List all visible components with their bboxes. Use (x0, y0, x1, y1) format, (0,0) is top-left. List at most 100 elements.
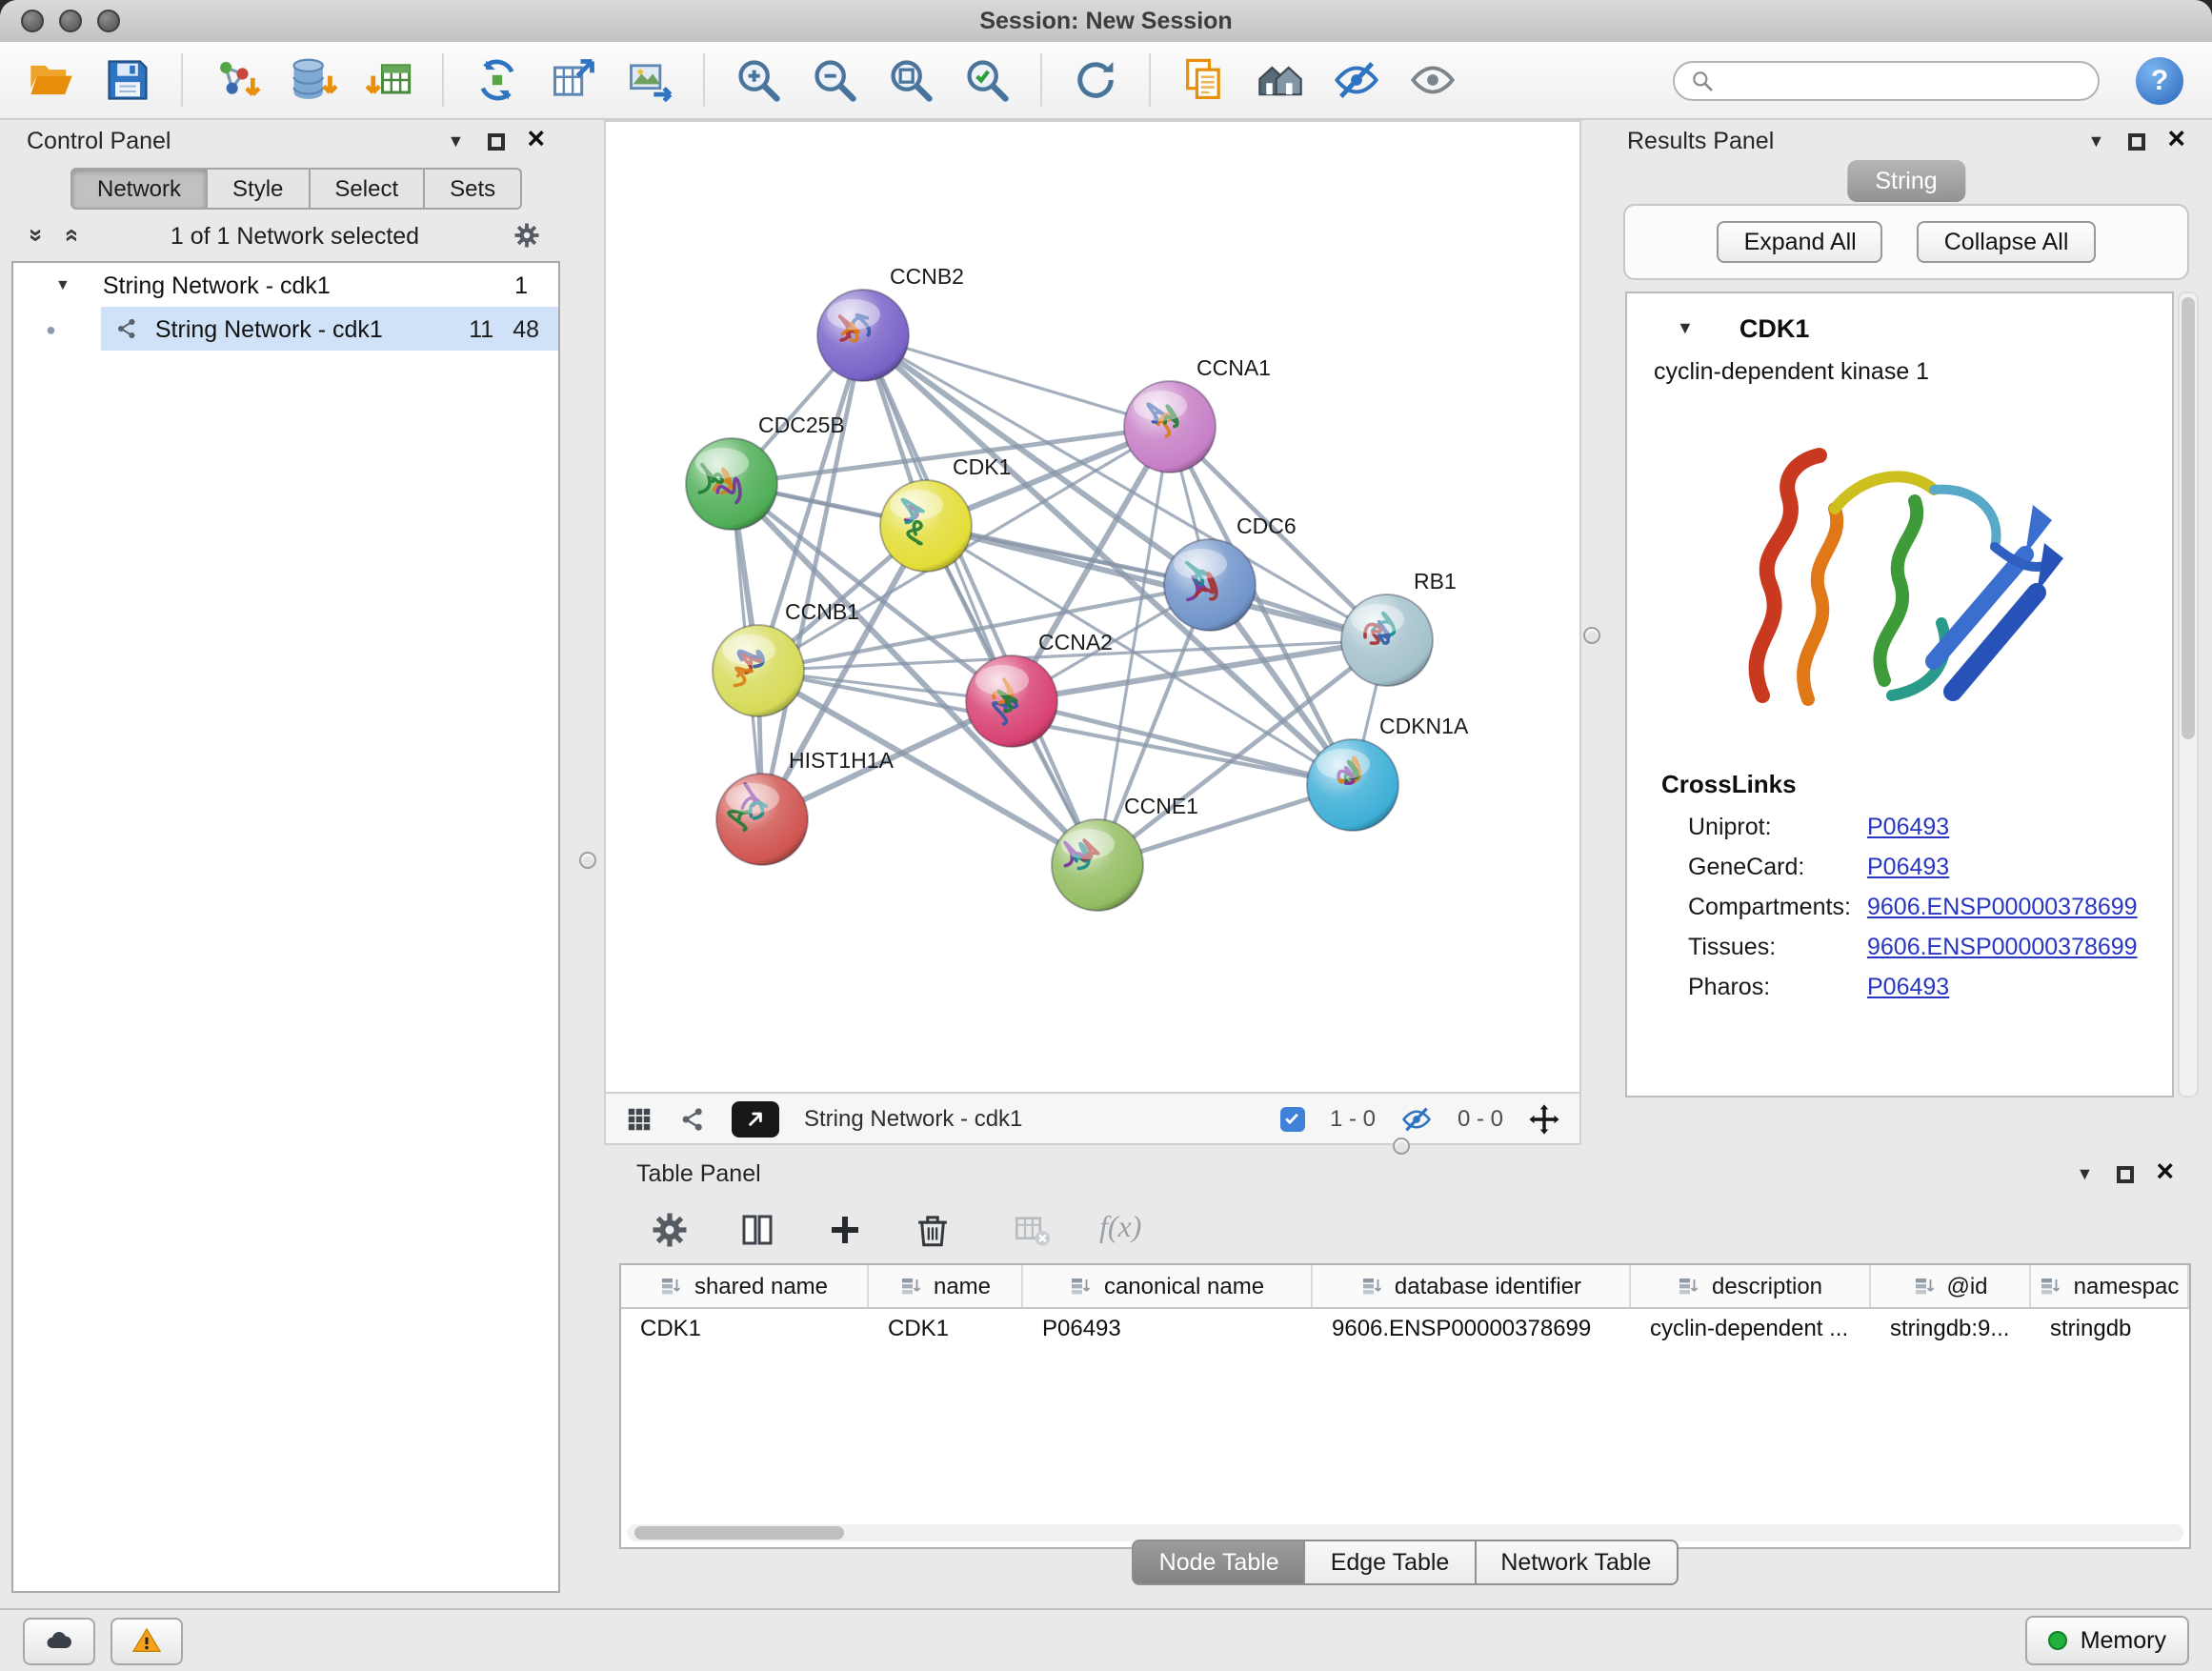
table-cell[interactable]: stringdb (2031, 1309, 2189, 1347)
tab-node-table[interactable]: Node Table (1133, 1540, 1306, 1585)
network-node-RB1[interactable]: RB1 (1341, 569, 1457, 686)
function-builder-button[interactable]: f(x) (1099, 1212, 1141, 1246)
minimize-window-button[interactable] (59, 10, 82, 32)
splitter-handle[interactable] (1583, 627, 1600, 644)
tab-style[interactable]: Style (208, 168, 310, 210)
export-image-button[interactable] (617, 48, 682, 112)
crosslink-link[interactable]: 9606.ENSP00000378699 (1867, 893, 2138, 919)
table-cell[interactable]: CDK1 (869, 1309, 1023, 1347)
expand-all-icon[interactable]: » (58, 229, 83, 242)
tab-network-table[interactable]: Network Table (1476, 1540, 1678, 1585)
network-canvas[interactable]: CCNB2CCNA1CDC25BCDK1CDC6RB1CCNB1CCNA2CDK… (606, 122, 1579, 1092)
panel-float-icon[interactable] (2116, 1165, 2133, 1182)
panel-close-icon[interactable]: × (527, 126, 545, 156)
help-button[interactable]: ? (2136, 56, 2183, 104)
disclosure-triangle-icon[interactable]: ▼ (1677, 320, 1694, 337)
panel-close-icon[interactable]: × (2167, 126, 2185, 156)
import-network-button[interactable] (204, 48, 269, 112)
column-header[interactable]: namespac (2031, 1265, 2189, 1307)
show-columns-icon[interactable] (737, 1209, 777, 1249)
add-column-icon[interactable] (825, 1209, 865, 1249)
zoom-out-button[interactable] (802, 48, 867, 112)
table-options-gear-icon[interactable] (650, 1209, 690, 1249)
selected-checkbox-icon[interactable] (1280, 1106, 1305, 1131)
network-options-gear-icon[interactable] (513, 221, 541, 250)
network-row-selected[interactable]: ● String Network - cdk1 11 48 (13, 307, 558, 351)
splitter-handle[interactable] (579, 852, 596, 869)
close-window-button[interactable] (21, 10, 44, 32)
import-table-button[interactable] (356, 48, 421, 112)
memory-button[interactable]: Memory (2025, 1616, 2189, 1665)
disclosure-triangle-icon[interactable]: ▼ (55, 276, 70, 293)
network-node-CCNB2[interactable]: CCNB2 (817, 264, 964, 381)
column-header[interactable]: description (1631, 1265, 1871, 1307)
string-results-tab[interactable]: String (1846, 160, 1965, 202)
warnings-button[interactable] (111, 1617, 183, 1664)
refresh-layout-button[interactable] (1063, 48, 1128, 112)
zoom-window-button[interactable] (97, 10, 120, 32)
crosslink-link[interactable]: 9606.ENSP00000378699 (1867, 933, 2138, 959)
show-all-button[interactable] (1400, 48, 1465, 112)
table-cell[interactable]: stringdb:9... (1871, 1309, 2031, 1347)
column-header[interactable]: @id (1871, 1265, 2031, 1307)
delete-column-icon[interactable] (913, 1209, 953, 1249)
open-session-button[interactable] (19, 48, 84, 112)
column-header[interactable]: shared name (621, 1265, 869, 1307)
table-row[interactable]: CDK1 CDK1 P06493 9606.ENSP00000378699 cy… (621, 1309, 2189, 1347)
import-database-button[interactable] (280, 48, 345, 112)
zoom-in-button[interactable] (726, 48, 791, 112)
network-node-HIST1H1A[interactable]: HIST1H1A (716, 748, 895, 865)
zoom-fit-button[interactable] (878, 48, 943, 112)
search-box[interactable] (1673, 60, 2100, 100)
network-row-highlight[interactable]: String Network - cdk1 11 48 (102, 307, 558, 351)
panel-menu-icon[interactable]: ▼ (447, 132, 464, 150)
crosslink-link[interactable]: P06493 (1867, 973, 1949, 999)
panel-float-icon[interactable] (2127, 132, 2144, 150)
column-header[interactable]: canonical name (1023, 1265, 1313, 1307)
open-in-window-button[interactable] (732, 1100, 779, 1137)
hidden-eye-slash-icon[interactable] (1400, 1102, 1433, 1135)
zoom-selected-button[interactable] (955, 48, 1019, 112)
search-input[interactable] (1726, 65, 2082, 95)
table-cell[interactable]: cyclin-dependent ... (1631, 1309, 1871, 1347)
control-panel-tabs: Network Style Select Sets (6, 162, 566, 210)
gene-symbol: CDK1 (1739, 314, 1810, 343)
titlebar[interactable]: Session: New Session (0, 0, 2212, 44)
save-session-button[interactable] (95, 48, 160, 112)
snapshot-button[interactable] (1172, 48, 1237, 112)
network-collection-row[interactable]: ▼ String Network - cdk1 1 (13, 263, 558, 307)
panel-float-icon[interactable] (487, 132, 504, 150)
network-node-CDKN1A[interactable]: CDKN1A (1307, 714, 1469, 831)
network-overview-icon[interactable] (678, 1104, 707, 1133)
hide-selected-button[interactable] (1324, 48, 1389, 112)
crosslink-link[interactable]: P06493 (1867, 853, 1949, 879)
new-network-button[interactable] (465, 48, 530, 112)
cloud-status-button[interactable] (23, 1617, 95, 1664)
collapse-all-button[interactable]: Collapse All (1918, 221, 2096, 263)
table-cell[interactable]: CDK1 (621, 1309, 869, 1347)
tab-select[interactable]: Select (310, 168, 425, 210)
column-header[interactable]: name (869, 1265, 1023, 1307)
network-node-CCNA1[interactable]: CCNA1 (1124, 355, 1271, 473)
export-network-button[interactable] (541, 48, 606, 112)
splitter-handle[interactable] (1393, 1137, 1410, 1155)
table-cell[interactable]: 9606.ENSP00000378699 (1313, 1309, 1631, 1347)
pan-crosshair-icon[interactable] (1528, 1102, 1560, 1135)
panel-close-icon[interactable]: × (2156, 1158, 2174, 1189)
results-scrollbar[interactable] (2178, 292, 2199, 1097)
grid-view-icon[interactable] (625, 1104, 654, 1133)
first-neighbors-button[interactable] (1248, 48, 1313, 112)
panel-menu-icon[interactable]: ▼ (2076, 1165, 2093, 1182)
results-panel-header: Results Panel ▼ × (1606, 120, 2206, 162)
panel-menu-icon[interactable]: ▼ (2087, 132, 2104, 150)
tab-network[interactable]: Network (70, 168, 208, 210)
table-cell[interactable]: P06493 (1023, 1309, 1313, 1347)
network-node-CCNB1[interactable]: CCNB1 (713, 599, 859, 716)
column-header[interactable]: database identifier (1313, 1265, 1631, 1307)
network-node-CDK1[interactable]: CDK1 (880, 454, 1011, 572)
collapse-all-icon[interactable]: » (25, 229, 50, 242)
crosslink-link[interactable]: P06493 (1867, 813, 1949, 839)
tab-sets[interactable]: Sets (425, 168, 522, 210)
expand-all-button[interactable]: Expand All (1718, 221, 1883, 263)
tab-edge-table[interactable]: Edge Table (1306, 1540, 1477, 1585)
